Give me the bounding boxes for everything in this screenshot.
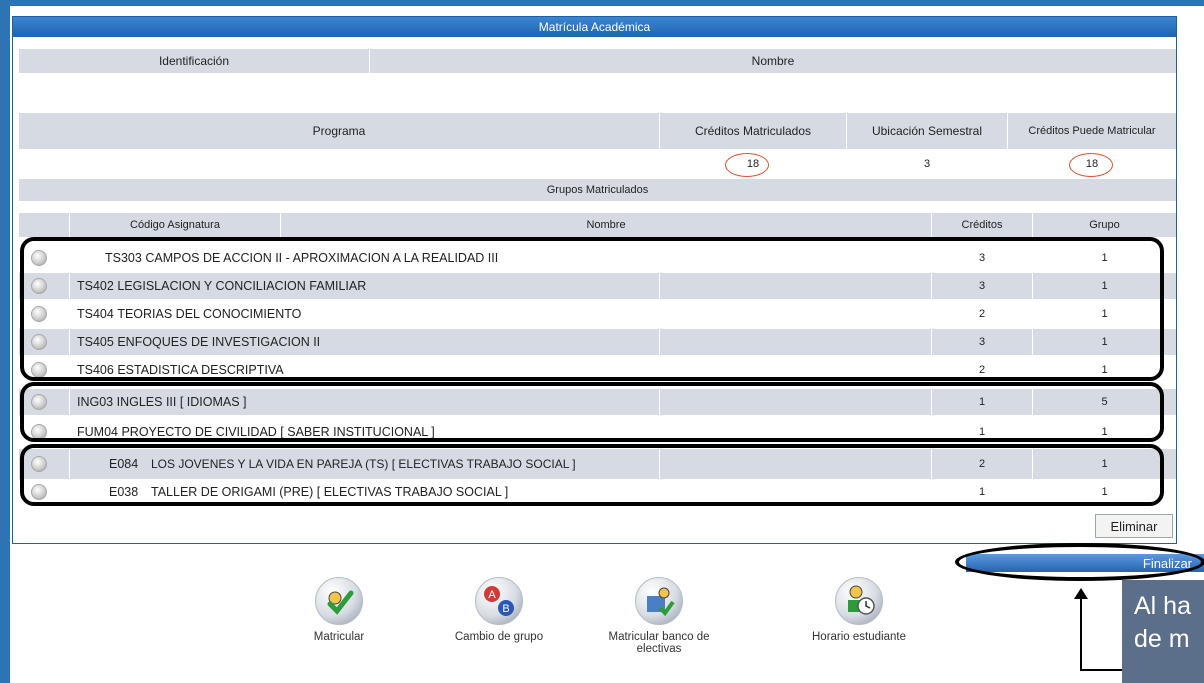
program-values-row: 18 3 18 <box>19 151 1176 177</box>
toolbar-change-group[interactable]: AB Cambio de grupo <box>444 577 554 643</box>
check-icon <box>315 577 363 625</box>
annotation-ellipse <box>955 543 1204 581</box>
groups-title-row: Grupos Matriculados <box>19 179 1176 201</box>
svg-text:B: B <box>502 603 509 615</box>
enroll-electives-icon <box>635 577 683 625</box>
toolbar-enroll[interactable]: Matricular <box>284 577 394 643</box>
groups-title: Grupos Matriculados <box>546 184 649 196</box>
arrow-line <box>1080 598 1082 670</box>
arrow-line <box>1080 669 1124 671</box>
annotation-box <box>20 237 1164 381</box>
col-credits: Créditos <box>961 219 1003 231</box>
program-label: Programa <box>312 124 366 138</box>
delete-button[interactable]: Eliminar <box>1095 514 1173 538</box>
col-group: Grupo <box>1089 219 1120 231</box>
schedule-clock-icon <box>835 577 883 625</box>
credits-allowed-label: Créditos Puede Matricular <box>1028 124 1156 137</box>
annotation-box <box>20 382 1164 442</box>
top-border <box>0 0 1204 6</box>
col-code: Código Asignatura <box>130 219 220 231</box>
semester-label: Ubicación Semestral <box>871 124 983 138</box>
groups-columns-row: Código Asignatura Nombre Créditos Grupo <box>19 213 1176 237</box>
col-name: Nombre <box>586 219 626 231</box>
id-label: Identificación <box>158 54 230 68</box>
highlight-circle <box>1069 153 1113 177</box>
callout-box: Al ha de m <box>1122 580 1204 683</box>
panel-title: Matrícula Académica <box>13 17 1176 37</box>
left-border <box>0 0 10 683</box>
toolbar-label: Matricular <box>313 631 365 643</box>
program-header-row: Programa Créditos Matriculados Ubicación… <box>19 113 1176 149</box>
highlight-circle <box>725 153 769 177</box>
toolbar-enroll-electives[interactable]: Matricular banco de electivas <box>604 577 714 655</box>
credits-enrolled-label: Créditos Matriculados <box>694 124 812 138</box>
toolbar-label: Horario estudiante <box>812 631 906 643</box>
toolbar-schedule[interactable]: Horario estudiante <box>804 577 914 643</box>
name-label: Nombre <box>751 54 795 68</box>
toolbar-label: Matricular banco de electivas <box>608 631 710 655</box>
toolbar-label: Cambio de grupo <box>454 631 544 643</box>
semester-value: 3 <box>923 158 931 170</box>
annotation-box <box>20 444 1164 506</box>
swap-ab-icon: AB <box>475 577 523 625</box>
svg-text:A: A <box>488 589 496 601</box>
student-header-row: Identificación Nombre <box>19 49 1176 73</box>
